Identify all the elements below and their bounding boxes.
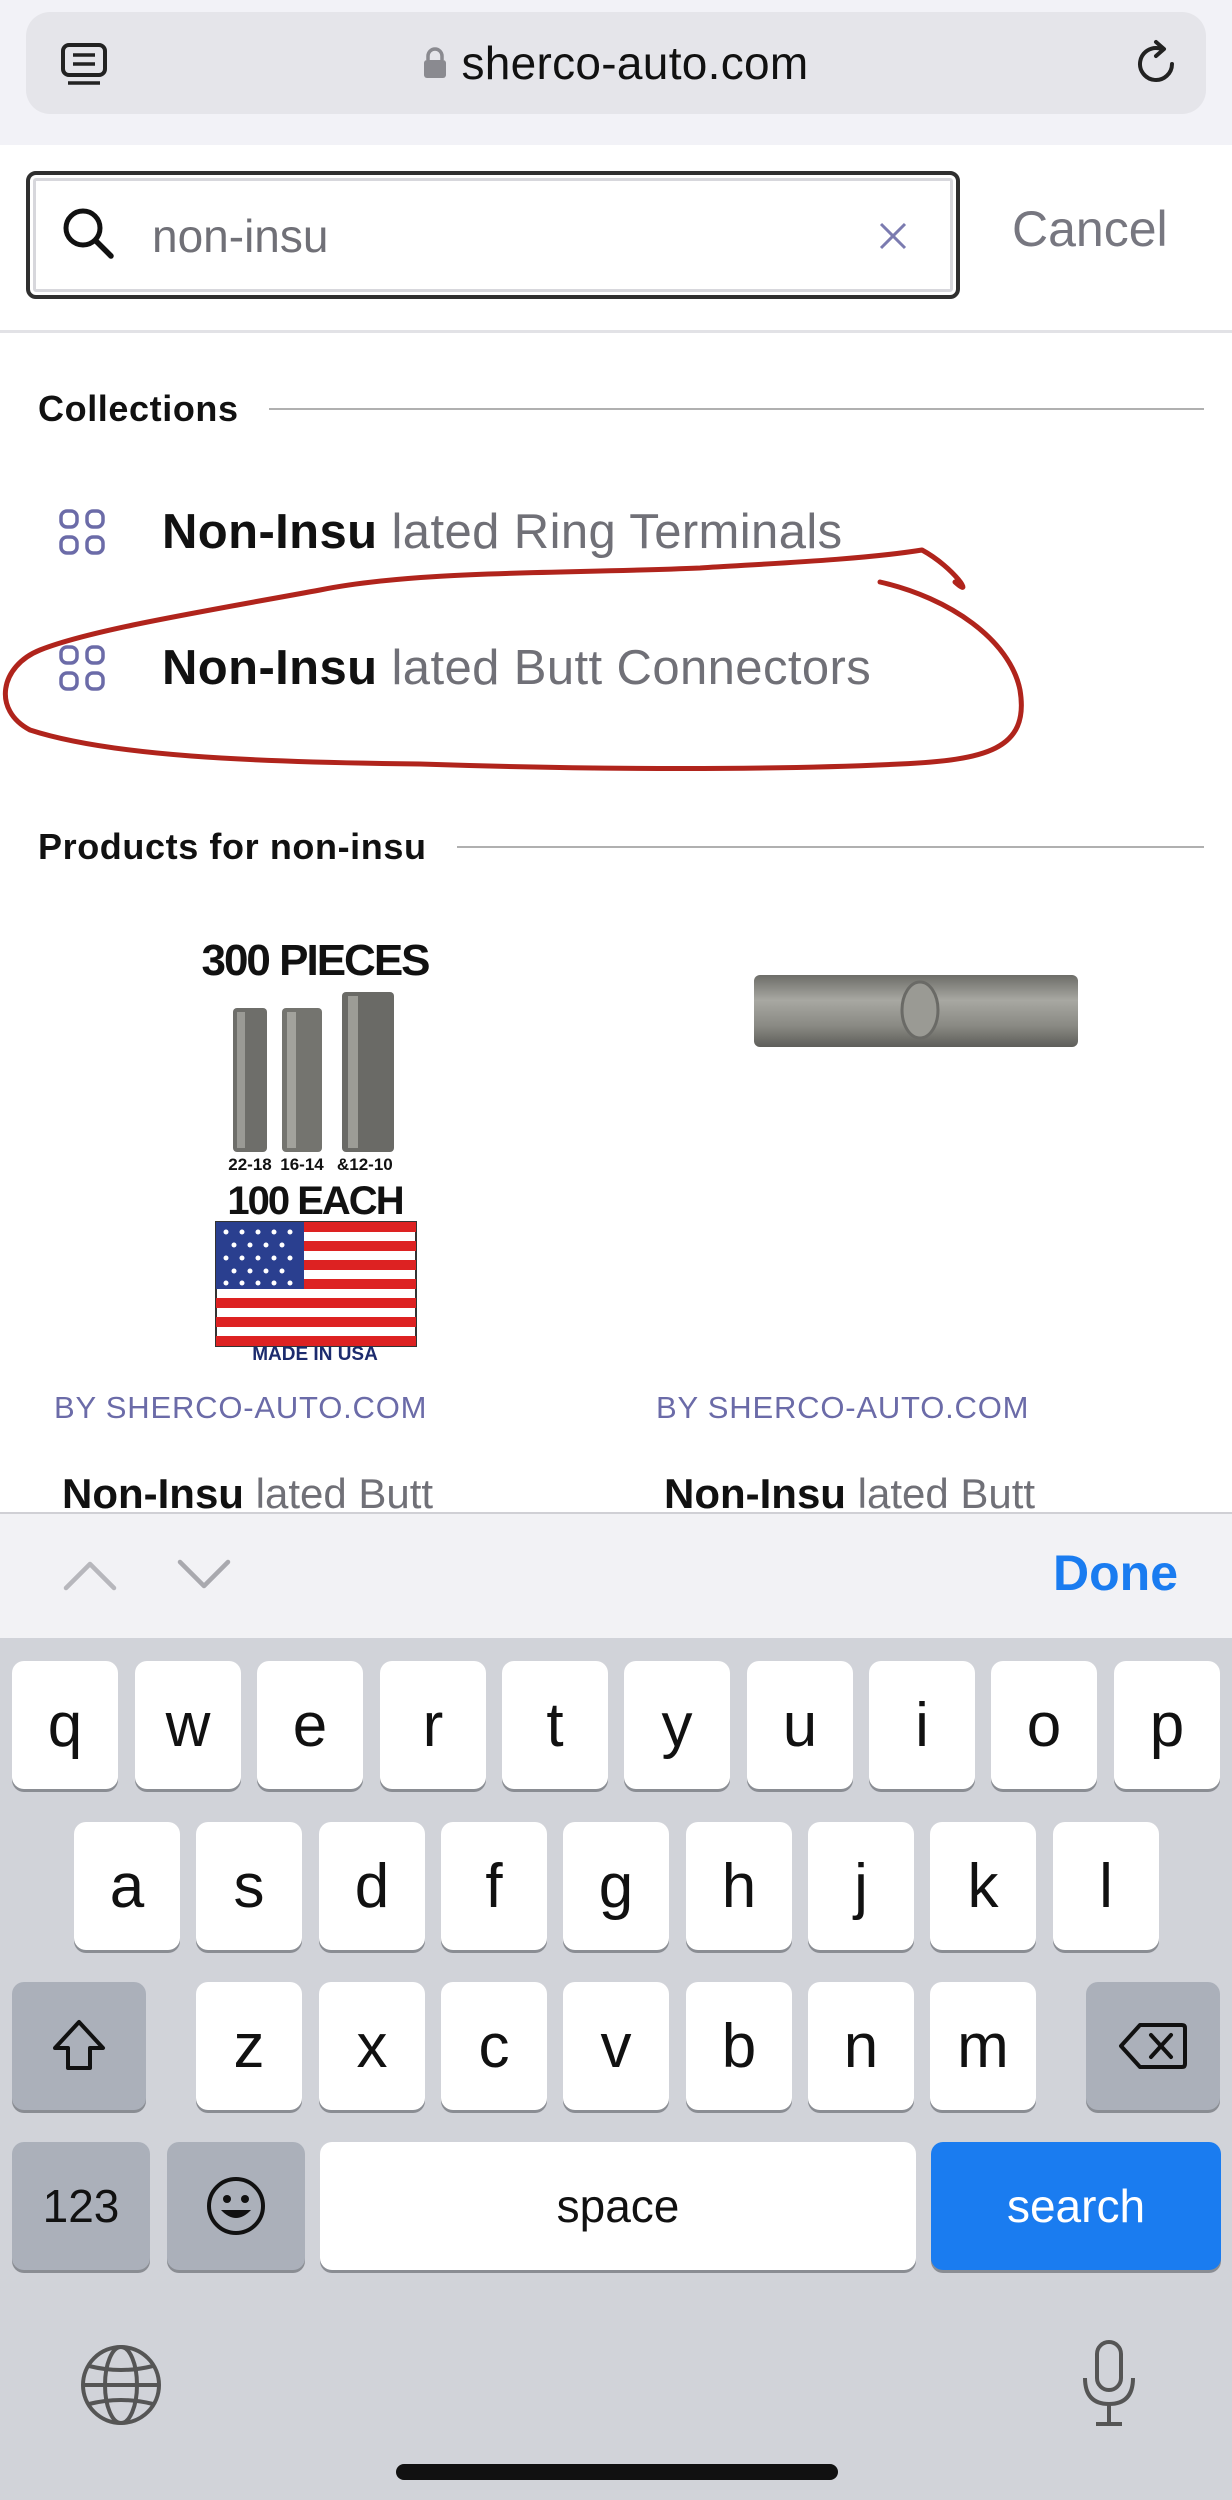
rest-text: lated Butt Connectors xyxy=(391,641,872,695)
lock-icon xyxy=(424,47,447,78)
key-g[interactable]: g xyxy=(563,1822,669,1950)
key-d[interactable]: d xyxy=(319,1822,425,1950)
image-text: 12-10 xyxy=(349,1155,392,1174)
product-vendor: BY SHERCO-AUTO.COM xyxy=(656,1390,1030,1425)
key-u[interactable]: u xyxy=(747,1661,853,1789)
key-a[interactable]: a xyxy=(74,1822,180,1950)
rest-text: lated Butt xyxy=(255,1470,434,1517)
chevron-up-icon[interactable] xyxy=(62,1552,118,1596)
key-c[interactable]: c xyxy=(441,1982,547,2110)
match-text: Non-Insu xyxy=(162,641,378,695)
search-box[interactable] xyxy=(26,171,960,299)
key-j[interactable]: j xyxy=(808,1822,914,1950)
products-heading: Products for non-insu xyxy=(38,826,427,867)
image-text: MADE IN USA xyxy=(252,1344,378,1360)
search-icon xyxy=(63,208,114,259)
divider xyxy=(456,846,1204,848)
collections-heading: Collections xyxy=(38,388,239,429)
key-b[interactable]: b xyxy=(686,1982,792,2110)
search-input[interactable] xyxy=(152,199,852,273)
collections-section-header: Collections xyxy=(38,388,1204,430)
match-text: Non-Insu xyxy=(62,1470,244,1517)
keyboard-accessory-bar: Done xyxy=(0,1512,1232,1638)
space-key[interactable]: space xyxy=(320,2142,916,2270)
emoji-key[interactable] xyxy=(167,2142,305,2270)
grid-icon xyxy=(59,645,105,691)
done-button[interactable]: Done xyxy=(1053,1544,1178,1602)
backspace-icon xyxy=(1119,2023,1187,2069)
rest-text: lated Butt xyxy=(857,1470,1036,1517)
image-text: 300 PIECES xyxy=(201,936,429,985)
grid-icon xyxy=(59,509,105,555)
product-name[interactable]: Non-Insu lated Butt xyxy=(62,1470,433,1518)
products-section-header: Products for non-insu xyxy=(38,826,1204,868)
url-text: sherco-auto.com xyxy=(461,37,809,89)
key-y[interactable]: y xyxy=(624,1661,730,1789)
key-o[interactable]: o xyxy=(991,1661,1097,1789)
image-text: 16-14 xyxy=(280,1155,324,1174)
microphone-icon[interactable] xyxy=(1080,2338,1138,2430)
us-flag-icon xyxy=(215,1221,417,1347)
key-k[interactable]: k xyxy=(930,1822,1036,1950)
key-n[interactable]: n xyxy=(808,1982,914,2110)
collection-item-butt-connectors[interactable]: Non-Insu lated Butt Connectors xyxy=(0,608,1232,728)
product-image[interactable] xyxy=(602,920,1162,1360)
rest-text: lated Ring Terminals xyxy=(391,505,843,559)
image-text: & xyxy=(337,1155,349,1174)
address-bar[interactable]: sherco-auto.com xyxy=(26,12,1206,114)
product-card[interactable]: 300 PIECES 22-18 16-14 & 12-10 100 EACH xyxy=(0,900,560,1517)
divider xyxy=(268,408,1204,410)
key-m[interactable]: m xyxy=(930,1982,1036,2110)
key-t[interactable]: t xyxy=(502,1661,608,1789)
shift-key[interactable] xyxy=(12,1982,146,2110)
collection-item-ring-terminals[interactable]: Non-Insu lated Ring Terminals xyxy=(0,472,1232,592)
product-name[interactable]: Non-Insu lated Butt xyxy=(664,1470,1035,1518)
product-image[interactable]: 300 PIECES 22-18 16-14 & 12-10 100 EACH xyxy=(0,920,560,1360)
chevron-down-icon[interactable] xyxy=(176,1552,232,1596)
key-s[interactable]: s xyxy=(196,1822,302,1950)
image-text: 100 EACH xyxy=(227,1179,402,1223)
collection-label: Non-Insu lated Ring Terminals xyxy=(162,504,843,560)
collection-label: Non-Insu lated Butt Connectors xyxy=(162,640,871,696)
home-indicator xyxy=(396,2464,838,2480)
key-r[interactable]: r xyxy=(380,1661,486,1789)
search-row: Cancel xyxy=(0,145,1232,333)
key-i[interactable]: i xyxy=(869,1661,975,1789)
key-x[interactable]: x xyxy=(319,1982,425,2110)
key-z[interactable]: z xyxy=(196,1982,302,2110)
clear-icon[interactable] xyxy=(876,219,910,253)
key-l[interactable]: l xyxy=(1053,1822,1159,1950)
globe-icon[interactable] xyxy=(78,2342,164,2428)
key-e[interactable]: e xyxy=(257,1661,363,1789)
shift-icon xyxy=(53,2020,105,2070)
key-f[interactable]: f xyxy=(441,1822,547,1950)
browser-toolbar: sherco-auto.com xyxy=(0,0,1232,145)
product-card[interactable]: BY SHERCO-AUTO.COM Non-Insu lated Butt xyxy=(602,900,1162,1517)
search-key[interactable]: search xyxy=(931,2142,1221,2270)
key-q[interactable]: q xyxy=(12,1661,118,1789)
delete-key[interactable] xyxy=(1086,1982,1220,2110)
match-text: Non-Insu xyxy=(162,505,378,559)
key-p[interactable]: p xyxy=(1114,1661,1220,1789)
match-text: Non-Insu xyxy=(664,1470,846,1517)
reload-icon[interactable] xyxy=(1130,38,1182,90)
image-text: 22-18 xyxy=(228,1155,271,1174)
emoji-icon xyxy=(207,2177,265,2235)
url-display[interactable]: sherco-auto.com xyxy=(26,12,1206,114)
key-v[interactable]: v xyxy=(563,1982,669,2110)
key-h[interactable]: h xyxy=(686,1822,792,1950)
numbers-key[interactable]: 123 xyxy=(12,2142,150,2270)
product-vendor: BY SHERCO-AUTO.COM xyxy=(54,1390,428,1425)
cancel-button[interactable]: Cancel xyxy=(1012,200,1168,258)
key-w[interactable]: w xyxy=(135,1661,241,1789)
